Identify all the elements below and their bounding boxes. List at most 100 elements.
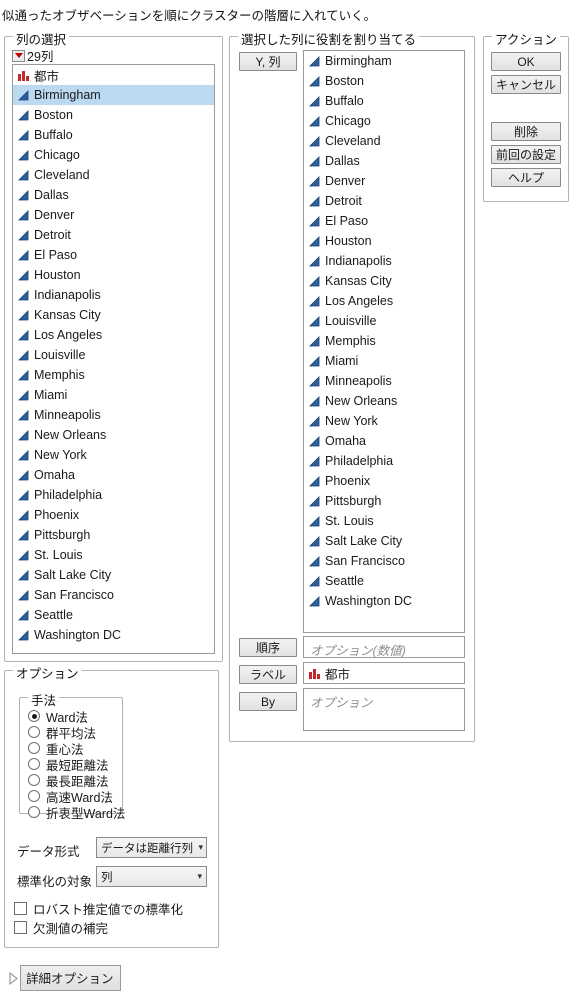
column-list-item[interactable]: Buffalo: [13, 125, 214, 145]
triangle-down-icon[interactable]: [12, 49, 25, 62]
column-list-item[interactable]: New York: [13, 445, 214, 465]
column-list-item[interactable]: Minneapolis: [13, 405, 214, 425]
continuous-triangle-icon: [18, 489, 29, 501]
radio-button[interactable]: [28, 790, 40, 802]
label-field[interactable]: 都市: [303, 662, 465, 684]
y-list-item[interactable]: Louisville: [304, 311, 464, 331]
advanced-options-disclosure[interactable]: 詳細オプション: [8, 965, 121, 991]
order-field[interactable]: オプション(数値): [303, 636, 465, 658]
column-list-item[interactable]: Pittsburgh: [13, 525, 214, 545]
column-list-item[interactable]: Phoenix: [13, 505, 214, 525]
column-list-item[interactable]: Birmingham: [13, 85, 214, 105]
column-list-item[interactable]: Detroit: [13, 225, 214, 245]
y-list-item[interactable]: Boston: [304, 71, 464, 91]
y-list-item[interactable]: Kansas City: [304, 271, 464, 291]
y-list-item[interactable]: Indianapolis: [304, 251, 464, 271]
radio-button[interactable]: [28, 710, 40, 722]
robust-standardize-checkbox[interactable]: ロバスト推定値での標準化: [14, 899, 183, 917]
column-list-item[interactable]: Washington DC: [13, 625, 214, 645]
continuous-triangle-icon: [309, 275, 320, 287]
advanced-options-label[interactable]: 詳細オプション: [20, 965, 121, 991]
y-list-item[interactable]: Philadelphia: [304, 451, 464, 471]
y-list-item[interactable]: Omaha: [304, 431, 464, 451]
radio-button[interactable]: [28, 758, 40, 770]
help-button[interactable]: ヘルプ: [491, 168, 561, 187]
column-list-item[interactable]: Chicago: [13, 145, 214, 165]
column-list-item[interactable]: St. Louis: [13, 545, 214, 565]
y-list-item[interactable]: New Orleans: [304, 391, 464, 411]
column-list-item[interactable]: Philadelphia: [13, 485, 214, 505]
y-list-item[interactable]: Dallas: [304, 151, 464, 171]
column-count-collapser[interactable]: 29列: [12, 46, 53, 65]
label-field-row[interactable]: 都市: [304, 663, 464, 683]
column-list-item[interactable]: Salt Lake City: [13, 565, 214, 585]
column-list-item-label: Indianapolis: [34, 288, 101, 302]
column-list-item[interactable]: 都市: [13, 65, 214, 85]
column-list-item[interactable]: Houston: [13, 265, 214, 285]
y-list-item-label: Chicago: [325, 114, 371, 128]
method-radio-6[interactable]: 折衷型Ward法: [28, 804, 125, 821]
cancel-button[interactable]: キャンセル: [491, 75, 561, 94]
continuous-triangle-icon: [309, 535, 320, 547]
y-list-item[interactable]: Denver: [304, 171, 464, 191]
y-list-item[interactable]: Washington DC: [304, 591, 464, 611]
y-list-item[interactable]: New York: [304, 411, 464, 431]
standardize-select[interactable]: 列 ▾: [96, 866, 207, 887]
ok-button[interactable]: OK: [491, 52, 561, 71]
column-select-list[interactable]: 都市 Birmingham Boston Buffalo Chicago Clevelan…: [12, 64, 215, 654]
y-list-item[interactable]: El Paso: [304, 211, 464, 231]
column-list-item[interactable]: El Paso: [13, 245, 214, 265]
dialog-window: 似通ったオブザベーションを順にクラスターの階層に入れていく。 列の選択 29列 …: [0, 0, 573, 993]
y-list-item[interactable]: Seattle: [304, 571, 464, 591]
column-list-item[interactable]: Indianapolis: [13, 285, 214, 305]
column-list-item[interactable]: New Orleans: [13, 425, 214, 445]
y-list-item[interactable]: Detroit: [304, 191, 464, 211]
by-field[interactable]: オプション: [303, 688, 465, 731]
column-list-item[interactable]: San Francisco: [13, 585, 214, 605]
y-list-item[interactable]: San Francisco: [304, 551, 464, 571]
radio-button[interactable]: [28, 774, 40, 786]
data-format-select[interactable]: データは距離行列 ▾: [96, 837, 207, 858]
column-list-item[interactable]: Miami: [13, 385, 214, 405]
y-list-item[interactable]: Miami: [304, 351, 464, 371]
column-list-item[interactable]: Louisville: [13, 345, 214, 365]
radio-button[interactable]: [28, 742, 40, 754]
method-radio-group[interactable]: Ward法 群平均法 重心法 最短距離法 最長距離法 高速Ward法 折衷型Ward法: [28, 708, 125, 821]
triangle-right-icon[interactable]: [8, 971, 19, 985]
checkbox-box[interactable]: [14, 901, 27, 915]
column-list-item[interactable]: Seattle: [13, 605, 214, 625]
order-button[interactable]: 順序: [239, 638, 297, 657]
radio-button[interactable]: [28, 726, 40, 738]
column-list-item[interactable]: Omaha: [13, 465, 214, 485]
y-list-item[interactable]: Salt Lake City: [304, 531, 464, 551]
column-list-item-label: Seattle: [34, 608, 73, 622]
remove-button[interactable]: 削除: [491, 122, 561, 141]
y-list-item[interactable]: Chicago: [304, 111, 464, 131]
y-list-item[interactable]: Birmingham: [304, 51, 464, 71]
y-list-item[interactable]: Phoenix: [304, 471, 464, 491]
by-button[interactable]: By: [239, 692, 297, 711]
label-button[interactable]: ラベル: [239, 665, 297, 684]
y-columns-button[interactable]: Y, 列: [239, 52, 297, 71]
y-list-item[interactable]: Pittsburgh: [304, 491, 464, 511]
radio-button[interactable]: [28, 806, 40, 818]
y-columns-list[interactable]: Birmingham Boston Buffalo Chicago Cleveland D…: [303, 50, 465, 633]
column-list-item[interactable]: Los Angeles: [13, 325, 214, 345]
y-list-item[interactable]: Memphis: [304, 331, 464, 351]
column-list-item[interactable]: Kansas City: [13, 305, 214, 325]
recall-button[interactable]: 前回の設定: [491, 145, 561, 164]
column-list-item[interactable]: Denver: [13, 205, 214, 225]
y-list-item[interactable]: Houston: [304, 231, 464, 251]
column-list-item[interactable]: Memphis: [13, 365, 214, 385]
checkbox-box[interactable]: [14, 920, 27, 934]
y-list-item[interactable]: Minneapolis: [304, 371, 464, 391]
y-list-item[interactable]: Buffalo: [304, 91, 464, 111]
y-list-item[interactable]: Los Angeles: [304, 291, 464, 311]
y-list-item[interactable]: St. Louis: [304, 511, 464, 531]
column-list-item[interactable]: Dallas: [13, 185, 214, 205]
column-list-item-label: San Francisco: [34, 588, 114, 602]
y-list-item[interactable]: Cleveland: [304, 131, 464, 151]
column-list-item[interactable]: Boston: [13, 105, 214, 125]
column-list-item[interactable]: Cleveland: [13, 165, 214, 185]
impute-missing-checkbox[interactable]: 欠測値の補完: [14, 918, 108, 936]
